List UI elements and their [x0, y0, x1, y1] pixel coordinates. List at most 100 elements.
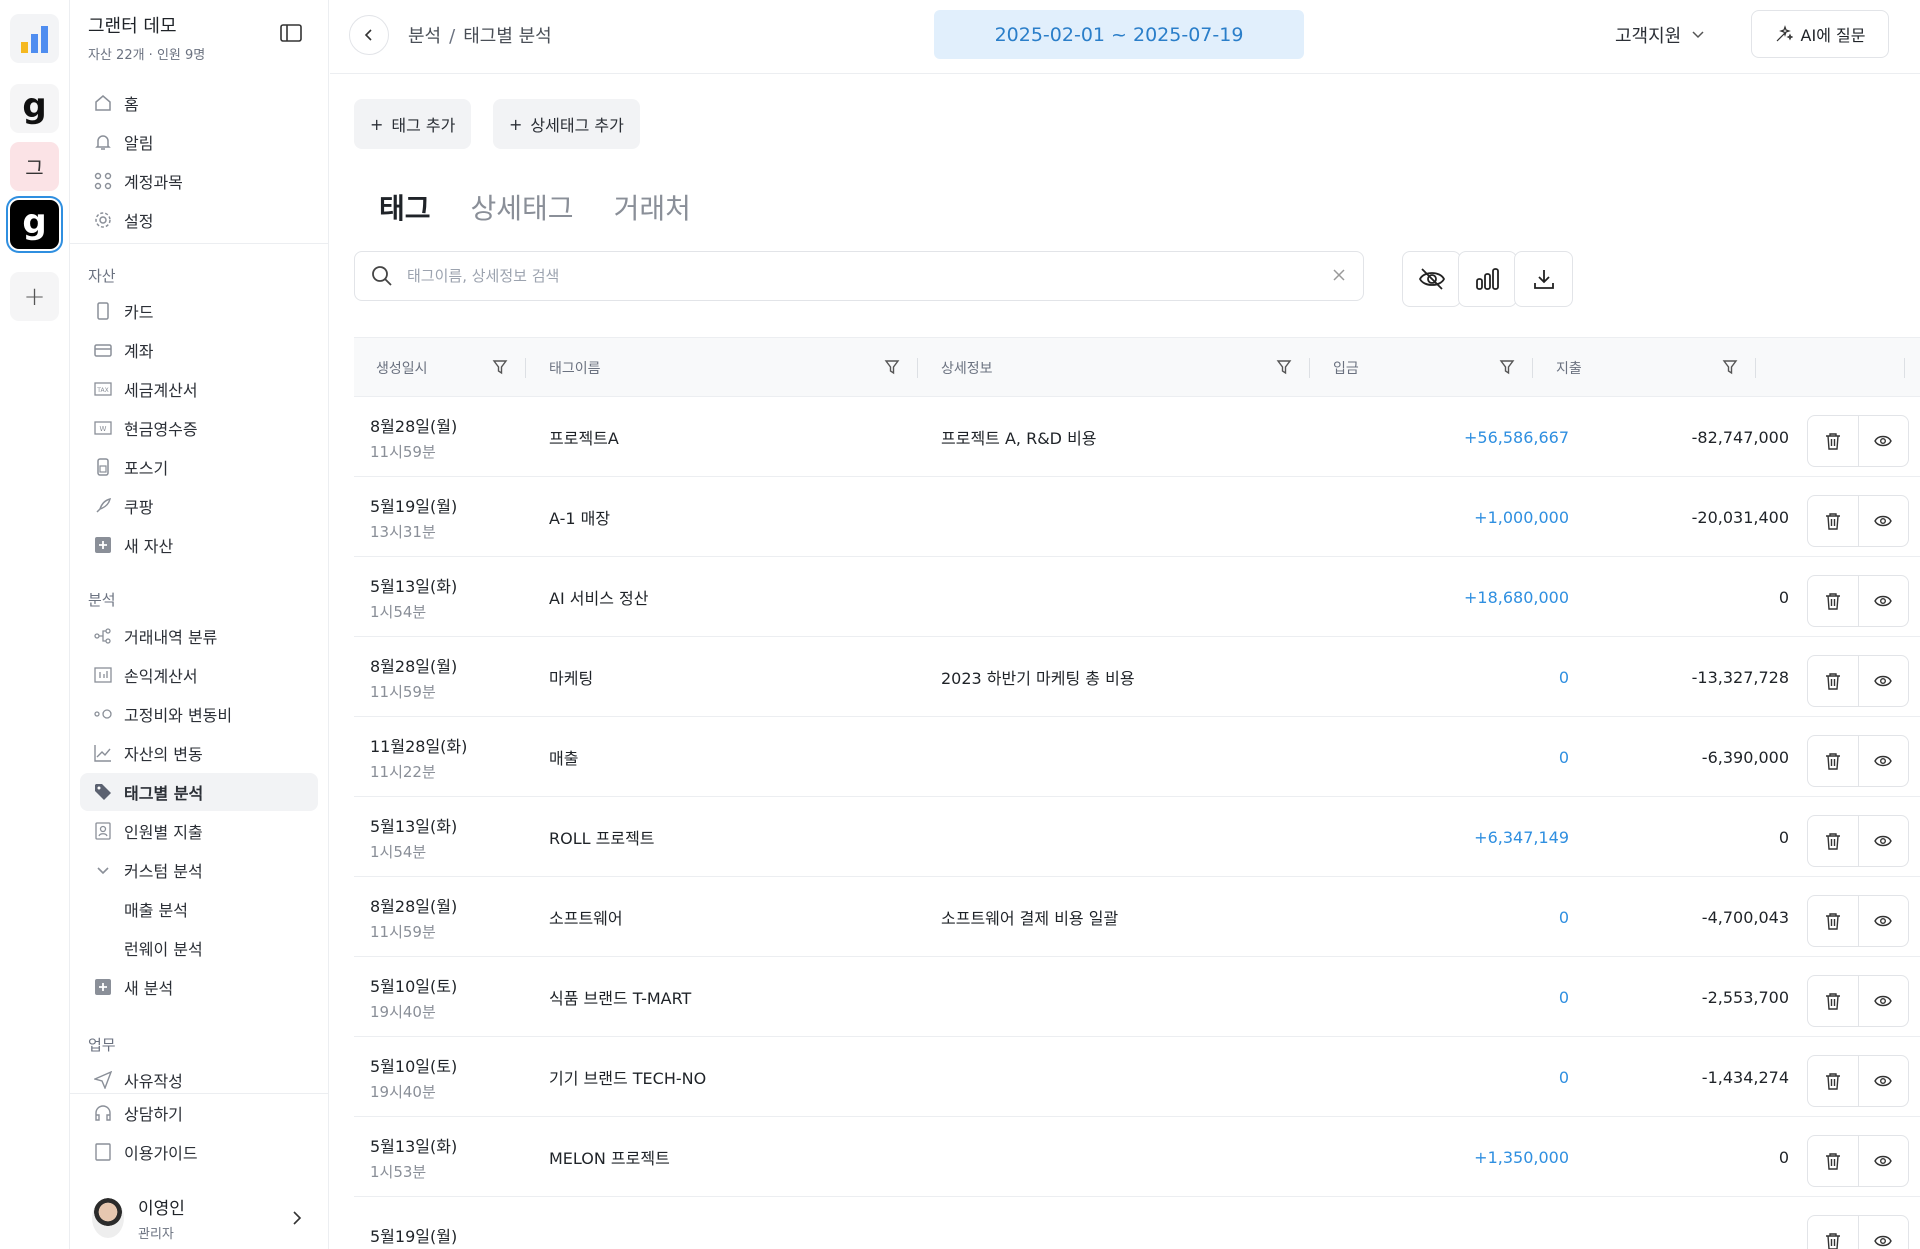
col-income-label: 입금 [1333, 361, 1359, 377]
delete-button[interactable] [1808, 816, 1858, 866]
support-label: 고객지원 [1615, 26, 1682, 47]
table-row[interactable]: 11월28일(화) 11시22분 매출 0 -6,390,000 [354, 717, 1920, 797]
sidebar-item-tax-invoice[interactable]: TAX 세금계산서 [80, 370, 318, 408]
expense-cell: -1,434,274 [1701, 1067, 1789, 1087]
sidebar-item-label: 쿠팡 [124, 498, 154, 517]
delete-button[interactable] [1808, 576, 1858, 626]
view-button[interactable] [1857, 896, 1909, 946]
sidebar-item-custom[interactable]: 커스텀 분석 [80, 851, 318, 889]
sidebar-item-guide[interactable]: 이용가이드 [80, 1133, 318, 1171]
sidebar-item-pos[interactable]: 포스기 [80, 448, 318, 486]
sidebar-collapse-icon[interactable] [280, 24, 302, 42]
created-date: 8월28일(월) [370, 656, 458, 676]
sidebar-item-label: 알림 [124, 134, 154, 153]
tab-subtag[interactable]: 상세태그 [471, 187, 574, 227]
table-row[interactable]: 5월13일(화) 1시54분 ROLL 프로젝트 +6,347,149 0 [354, 797, 1920, 877]
tab-vendor[interactable]: 거래처 [614, 187, 691, 227]
sidebar-item-consult[interactable]: 상담하기 [80, 1094, 318, 1132]
sidebar-item-staff-spend[interactable]: 인원별 지출 [80, 812, 318, 850]
delete-button[interactable] [1808, 416, 1858, 466]
created-date: 5월13일(화) [370, 1136, 458, 1156]
sidebar-item-home[interactable]: 홈 [80, 84, 318, 122]
user-profile[interactable]: 이영인 관리자 [92, 1194, 185, 1242]
tab-tag[interactable]: 태그 [379, 187, 431, 227]
view-button[interactable] [1857, 816, 1909, 866]
org-header[interactable]: 그랜터 데모 자산 22개 · 인원 9명 [88, 12, 205, 63]
k-workspace-icon[interactable]: 그 [10, 142, 59, 191]
filter-icon[interactable] [884, 359, 900, 375]
sidebar-item-bank[interactable]: 계좌 [80, 331, 318, 369]
sidebar-item-pl[interactable]: 손익계산서 [80, 656, 318, 694]
add-workspace-button[interactable]: + [10, 272, 59, 321]
delete-button[interactable] [1808, 656, 1858, 706]
sidebar-item-accounts[interactable]: 계정과목 [80, 162, 318, 200]
sidebar-item-coupang[interactable]: 쿠팡 [80, 487, 318, 525]
sidebar-item-cash-receipt[interactable]: W 현금영수증 [80, 409, 318, 447]
filter-icon[interactable] [492, 359, 508, 375]
search-input[interactable] [407, 267, 1287, 285]
view-button[interactable] [1857, 1216, 1909, 1249]
sidebar-item-asset-change[interactable]: 자산의 변동 [80, 734, 318, 772]
view-button[interactable] [1857, 736, 1909, 786]
table-row[interactable]: 8월28일(월) 11시59분 소프트웨어 소프트웨어 결제 비용 일괄 0 -… [354, 877, 1920, 957]
row-actions [1807, 655, 1909, 707]
col-created: 생성일시 [354, 338, 526, 398]
sidebar-item-runway[interactable]: 런웨이 분석 [80, 929, 318, 967]
add-subtag-button[interactable]: + 상세태그 추가 [493, 99, 640, 149]
sidebar-item-tag-analysis[interactable]: 태그별 분석 [80, 773, 318, 811]
view-button[interactable] [1857, 416, 1909, 466]
delete-button[interactable] [1808, 976, 1858, 1026]
chart-workspace-icon[interactable] [10, 14, 59, 63]
back-button[interactable] [349, 15, 389, 55]
filter-icon[interactable] [1499, 359, 1515, 375]
view-button[interactable] [1857, 976, 1909, 1026]
delete-button[interactable] [1808, 496, 1858, 546]
view-button[interactable] [1857, 496, 1909, 546]
date-range-picker[interactable]: 2025-02-01 ~ 2025-07-19 [934, 10, 1304, 59]
sidebar-item-sales[interactable]: 매출 분석 [80, 890, 318, 928]
table-row[interactable]: 5월10일(토) 19시40분 식품 브랜드 T-MART 0 -2,553,7… [354, 957, 1920, 1037]
table-row[interactable]: 5월19일(월) [354, 1197, 1920, 1249]
view-button[interactable] [1857, 1056, 1909, 1106]
sidebar-item-alerts[interactable]: 알림 [80, 123, 318, 161]
sidebar-item-label: 계정과목 [124, 173, 183, 192]
g-workspace-icon[interactable]: g [10, 84, 59, 133]
table-row[interactable]: 8월28일(월) 11시59분 프로젝트A 프로젝트 A, R&D 비용 +56… [354, 397, 1920, 477]
close-icon[interactable] [1331, 267, 1347, 283]
view-button[interactable] [1857, 1136, 1909, 1186]
filter-icon[interactable] [1722, 359, 1738, 375]
col-income: 입금 [1310, 338, 1533, 398]
selected-workspace-icon[interactable]: g [10, 200, 59, 249]
sidebar-item-fixed-var[interactable]: 고정비와 변동비 [80, 695, 318, 733]
table-row[interactable]: 5월10일(토) 19시40분 기기 브랜드 TECH-NO 0 -1,434,… [354, 1037, 1920, 1117]
download-button[interactable] [1514, 251, 1573, 307]
eye-icon [1874, 835, 1893, 847]
sidebar-item-tx-classify[interactable]: 거래내역 분류 [80, 617, 318, 655]
sidebar-item-card[interactable]: 카드 [80, 292, 318, 330]
sidebar-item-new-analysis[interactable]: 새 분석 [80, 968, 318, 1006]
created-cell: 8월28일(월) 11시59분 [370, 877, 457, 957]
table-row[interactable]: 5월13일(화) 1시54분 AI 서비스 정산 +18,680,000 0 [354, 557, 1920, 637]
filter-icon[interactable] [1276, 359, 1292, 375]
table-row[interactable]: 8월28일(월) 11시59분 마케팅 2023 하반기 마케팅 총 비용 0 … [354, 637, 1920, 717]
delete-button[interactable] [1808, 736, 1858, 786]
sidebar-item-settings[interactable]: 설정 [80, 201, 318, 239]
chevron-right-icon[interactable] [290, 1210, 304, 1226]
table-row[interactable]: 5월19일(월) 13시31분 A-1 매장 +1,000,000 -20,03… [354, 477, 1920, 557]
table-row[interactable]: 5월13일(화) 1시53분 MELON 프로젝트 +1,350,000 0 [354, 1117, 1920, 1197]
support-dropdown[interactable]: 고객지원 [1615, 22, 1705, 48]
delete-button[interactable] [1808, 1056, 1858, 1106]
sidebar-item-new-asset[interactable]: 새 자산 [80, 526, 318, 564]
breadcrumb-analysis[interactable]: 분석 [408, 26, 441, 47]
delete-button[interactable] [1808, 896, 1858, 946]
view-button[interactable] [1857, 576, 1909, 626]
trash-icon [1825, 1233, 1840, 1249]
ask-ai-button[interactable]: AI에 질문 [1751, 10, 1889, 58]
view-button[interactable] [1857, 656, 1909, 706]
created-date: 5월13일(화) [370, 816, 458, 836]
delete-button[interactable] [1808, 1216, 1858, 1249]
add-tag-button[interactable]: + 태그 추가 [354, 99, 472, 149]
chart-view-button[interactable] [1458, 251, 1517, 307]
delete-button[interactable] [1808, 1136, 1858, 1186]
hide-toggle-button[interactable] [1402, 251, 1461, 307]
